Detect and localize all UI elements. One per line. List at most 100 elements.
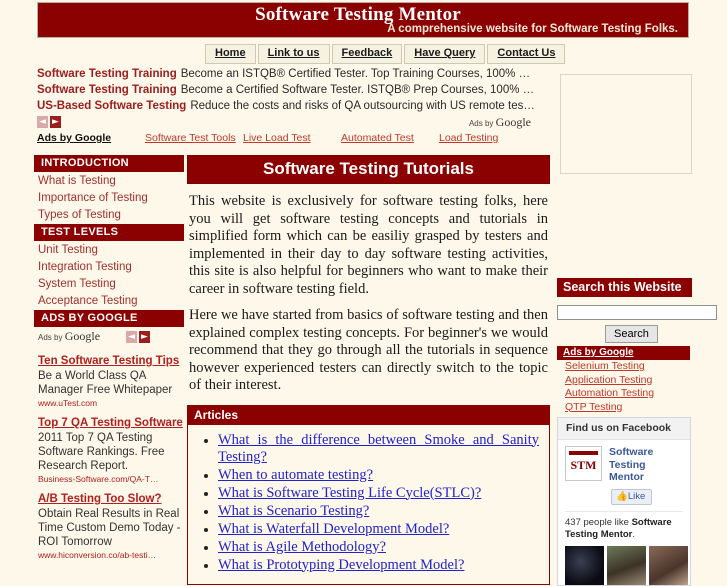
search-button[interactable]: Search (605, 325, 658, 343)
top-ad-row[interactable]: Software Testing Training Become an ISTQ… (37, 66, 537, 82)
sidebar-ad-url[interactable]: www.uTest.com (38, 398, 184, 408)
thumbs-up-icon: 👍 (616, 490, 628, 502)
articles-heading: Articles (188, 405, 549, 425)
nav-item-link-to-us[interactable]: Link to us (257, 44, 330, 64)
sidebar-item-integration-testing[interactable]: Integration Testing (34, 259, 184, 276)
sidebar-ad-description: Be a World Class QA Manager Free Whitepa… (38, 370, 173, 396)
facebook-page-row: STM Software Testing Mentor 👍Like (565, 446, 683, 505)
list-item: When to automate testing? (218, 467, 539, 484)
sidebar-item-acceptance-testing[interactable]: Acceptance Testing (34, 293, 184, 310)
right-ad-link-automation-testing[interactable]: Automation Testing (557, 387, 725, 401)
right-ads-heading: Ads by Google (557, 346, 690, 360)
logo-text: STM (570, 458, 597, 472)
facebook-page-info: Software Testing Mentor 👍Like (609, 446, 683, 505)
article-link-stlc[interactable]: What is Software Testing Life Cycle(STLC… (218, 485, 481, 501)
ad-strip-link-load-testing[interactable]: Load Testing (439, 132, 537, 144)
ad-next-arrow-icon[interactable]: ► (139, 331, 150, 343)
site-banner: Software Testing Mentor A comprehensive … (37, 2, 689, 38)
sidebar-ad-title[interactable]: Ten Software Testing Tips (38, 354, 184, 368)
article-link-smoke-vs-sanity[interactable]: What is the difference between Smoke and… (218, 432, 539, 466)
top-ad-title[interactable]: US-Based Software Testing (37, 98, 186, 114)
nav-item-feedback[interactable]: Feedback (331, 44, 403, 64)
facebook-widget-body: STM Software Testing Mentor 👍Like 437 pe… (558, 440, 690, 585)
logo-bar (569, 451, 598, 455)
top-ad-row[interactable]: US-Based Software Testing Reduce the cos… (37, 98, 537, 114)
top-right-ad-placeholder (560, 74, 692, 174)
main-content: Software Testing Tutorials This website … (187, 155, 550, 585)
ad-next-arrow-icon[interactable]: ► (50, 116, 61, 128)
sidebar-item-importance-of-testing[interactable]: Importance of Testing (34, 190, 184, 207)
right-ad-link-application-testing[interactable]: Application Testing (557, 374, 725, 388)
sidebar-heading-test-levels: TEST LEVELS (34, 224, 184, 241)
right-ad-link-qtp-testing[interactable]: QTP Testing (557, 401, 725, 415)
ad-prev-arrow-icon[interactable]: ◄ (37, 116, 48, 128)
ads-link-strip: Ads by Google Software Test Tools Live L… (37, 132, 537, 144)
search-heading: Search this Website (557, 278, 692, 297)
avatar[interactable] (565, 545, 604, 585)
facebook-like-button[interactable]: 👍Like (611, 488, 653, 505)
list-item: What is Waterfall Development Model? (218, 521, 539, 538)
nav-item-have-query[interactable]: Have Query (404, 44, 486, 64)
intro-paragraph-2: Here we have started from basics of soft… (189, 307, 548, 393)
ad-strip-link-software-test-tools[interactable]: Software Test Tools (145, 132, 243, 144)
facebook-page-name[interactable]: Software Testing Mentor (609, 446, 683, 484)
sidebar-heading-introduction: INTRODUCTION (34, 155, 184, 172)
top-ad-title[interactable]: Software Testing Training (37, 82, 177, 98)
list-item: What is Software Testing Life Cycle(STLC… (218, 485, 539, 502)
right-ad-link-selenium-testing[interactable]: Selenium Testing (557, 360, 725, 374)
list-item: What is the difference between Smoke and… (218, 432, 539, 466)
google-wordmark: Google (64, 329, 101, 343)
sidebar-ad-title[interactable]: Top 7 QA Testing Software (38, 416, 184, 430)
facebook-friend-avatars (565, 545, 688, 585)
sidebar-ad-url[interactable]: www.hiconversion.co/ab-testi… (38, 550, 184, 560)
sidebar-item-unit-testing[interactable]: Unit Testing (34, 242, 184, 259)
facebook-widget-heading: Find us on Facebook (558, 418, 690, 440)
left-sidebar: INTRODUCTION What is Testing Importance … (34, 155, 184, 560)
sidebar-item-what-is-testing[interactable]: What is Testing (34, 173, 184, 190)
top-ad-description: Reduce the costs and risks of QA outsour… (190, 100, 537, 112)
ad-strip-link-automated-test[interactable]: Automated Test (341, 132, 439, 144)
nav-item-contact-us[interactable]: Contact Us (487, 44, 566, 64)
article-link-scenario-testing[interactable]: What is Scenario Testing? (218, 503, 369, 519)
main-navigation: Home Link to us Feedback Have Query Cont… (205, 44, 566, 64)
avatar[interactable] (607, 545, 646, 585)
page-root: Software Testing Mentor A comprehensive … (0, 0, 727, 586)
list-item: What is Prototyping Development Model? (218, 557, 539, 574)
top-google-ads: Software Testing Training Become an ISTQ… (37, 66, 537, 131)
ad-prev-arrow-icon[interactable]: ◄ (126, 331, 137, 343)
top-ad-description: Become a Certified Software Tester. ISTQ… (180, 84, 537, 96)
sidebar-ad-url[interactable]: Business-Software.com/QA-T… (38, 474, 184, 484)
sidebar-item-system-testing[interactable]: System Testing (34, 276, 184, 293)
site-tagline: A comprehensive website for Software Tes… (387, 23, 678, 35)
article-link-waterfall-model[interactable]: What is Waterfall Development Model? (218, 521, 449, 537)
articles-list: What is the difference between Smoke and… (188, 425, 549, 584)
like-count-suffix: . (632, 528, 636, 540)
sidebar-item-types-of-testing[interactable]: Types of Testing (34, 207, 184, 224)
avatar[interactable] (649, 545, 688, 585)
sidebar-ad: A/B Testing Too Slow? Obtain Real Result… (34, 492, 184, 560)
search-input[interactable] (557, 305, 717, 320)
sidebar-ad-title[interactable]: A/B Testing Too Slow? (38, 492, 184, 506)
ads-by-google-label: Ads by Google (37, 132, 112, 144)
intro-paragraph-1: This website is exclusively for software… (189, 193, 548, 297)
ads-by-label: Ads by (38, 333, 63, 342)
top-ad-title[interactable]: Software Testing Training (37, 66, 177, 82)
list-item: What is Agile Methodology? (218, 539, 539, 556)
article-link-prototyping-model[interactable]: What is Prototyping Development Model? (218, 557, 464, 573)
divider (565, 510, 683, 512)
top-ads-footer: ◄ ► Ads by Google (37, 115, 537, 131)
article-link-when-to-automate[interactable]: When to automate testing? (218, 467, 373, 483)
ad-strip-link-live-load-test[interactable]: Live Load Test (243, 132, 341, 144)
right-sidebar: Search this Website Search Ads by Google… (557, 278, 725, 414)
article-link-agile-methodology[interactable]: What is Agile Methodology? (218, 539, 386, 555)
sidebar-ad-description: Obtain Real Results in Real Time Custom … (38, 508, 181, 548)
facebook-like-count: 437 people like Software Testing Mentor. (565, 517, 683, 541)
sidebar-ads-bar: Ads by Google ◄ ► (34, 329, 184, 346)
google-wordmark: Google (495, 115, 531, 129)
top-ad-row[interactable]: Software Testing Training Become a Certi… (37, 82, 537, 98)
nav-item-home[interactable]: Home (205, 44, 256, 64)
top-ad-description: Become an ISTQB® Certified Tester. Top T… (180, 68, 537, 80)
ads-by-label: Ads by (468, 119, 494, 128)
sidebar-heading-ads-by-google: ADS BY GOOGLE (34, 310, 184, 327)
sidebar-ad: Ten Software Testing Tips Be a World Cla… (34, 354, 184, 408)
